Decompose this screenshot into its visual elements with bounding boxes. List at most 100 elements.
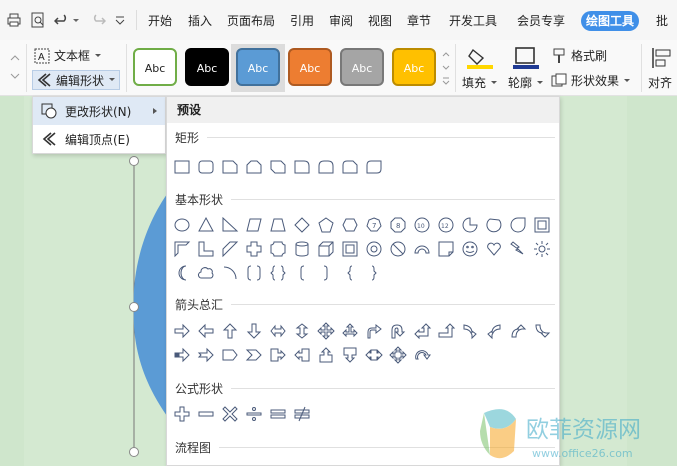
menu-view[interactable]: 视图 xyxy=(368,12,392,29)
shape-aLUp-icon[interactable] xyxy=(412,321,432,341)
shape-aBent-icon[interactable] xyxy=(364,321,384,341)
shape-fMul-icon[interactable] xyxy=(220,404,240,424)
shape-dec-icon[interactable]: 10 xyxy=(412,215,432,235)
shape-aCallLR-icon[interactable] xyxy=(364,345,384,365)
edit-points-menu-item[interactable]: 编辑顶点(E) xyxy=(33,125,165,153)
shape-aUD-icon[interactable] xyxy=(292,321,312,341)
shape-snip2-icon[interactable] xyxy=(244,157,264,177)
customize-quick-access-icon[interactable] xyxy=(114,12,126,28)
undo-dropdown-icon[interactable] xyxy=(72,12,80,28)
shape-aBentUp-icon[interactable] xyxy=(436,321,456,341)
shape-ellipse-icon[interactable] xyxy=(172,215,192,235)
menu-comment-cut[interactable]: 批 xyxy=(656,12,668,29)
shape-tear-icon[interactable] xyxy=(508,215,528,235)
menu-developer[interactable]: 开发工具 xyxy=(449,12,497,29)
shape-tri-icon[interactable] xyxy=(196,215,216,235)
shape-dodec-icon[interactable]: 12 xyxy=(436,215,456,235)
shape-dbracket-icon[interactable] xyxy=(244,263,264,283)
shape-round2-icon[interactable] xyxy=(316,157,336,177)
shape-arcline-icon[interactable] xyxy=(220,263,240,283)
shape-fDiv-icon[interactable] xyxy=(244,404,264,424)
shape-plaque-icon[interactable] xyxy=(268,239,288,259)
change-shape-menu-item[interactable]: 更改形状(N) xyxy=(33,97,165,125)
shape-aCallQ-icon[interactable] xyxy=(388,345,408,365)
shape-fold-icon[interactable] xyxy=(436,239,456,259)
shape-aChev-icon[interactable] xyxy=(244,345,264,365)
shape-aCallU-icon[interactable] xyxy=(316,345,336,365)
shape-style-orange[interactable]: Abc xyxy=(288,48,332,86)
undo-icon[interactable] xyxy=(54,12,70,28)
shape-style-gold[interactable]: Abc xyxy=(392,48,436,86)
shape-style-black[interactable]: Abc xyxy=(185,48,229,86)
shape-rrect-icon[interactable] xyxy=(196,157,216,177)
shape-smile-icon[interactable] xyxy=(460,239,480,259)
menu-insert[interactable]: 插入 xyxy=(188,12,212,29)
outline-button[interactable]: 轮廓 xyxy=(507,44,545,92)
print-preview-icon[interactable] xyxy=(30,12,46,28)
shape-dbrace-icon[interactable] xyxy=(268,263,288,283)
shape-style-white[interactable]: Abc xyxy=(133,48,177,86)
shape-arc-icon[interactable] xyxy=(412,239,432,259)
redo-icon[interactable] xyxy=(90,12,106,28)
shape-aCallL-icon[interactable] xyxy=(292,345,312,365)
shape-fNeq-icon[interactable] xyxy=(292,404,312,424)
shape-aCurvL-icon[interactable] xyxy=(484,321,504,341)
shape-cube-icon[interactable] xyxy=(316,239,336,259)
shape-moon-icon[interactable] xyxy=(172,263,192,283)
shape-pent-icon[interactable] xyxy=(316,215,336,235)
shape-sun-icon[interactable] xyxy=(532,239,552,259)
shape-plus-icon[interactable] xyxy=(244,239,264,259)
shape-lshape-icon[interactable] xyxy=(196,239,216,259)
shape-style-blue[interactable]: Abc xyxy=(236,48,280,86)
shape-trap-icon[interactable] xyxy=(268,215,288,235)
ribbon-scroll-arrows[interactable] xyxy=(8,46,22,90)
shape-aCirc-icon[interactable] xyxy=(412,345,432,365)
shape-fEq-icon[interactable] xyxy=(268,404,288,424)
menu-member[interactable]: 会员专享 xyxy=(517,12,565,29)
shape-fMinus-icon[interactable] xyxy=(196,404,216,424)
shape-bolt-icon[interactable] xyxy=(508,239,528,259)
shape-aNotch-icon[interactable] xyxy=(196,345,216,365)
shape-snipd-icon[interactable] xyxy=(268,157,288,177)
shape-rtri-icon[interactable] xyxy=(220,215,240,235)
shape-rounddiag-icon[interactable] xyxy=(364,157,384,177)
tab-drawing-tools[interactable]: 绘图工具 xyxy=(581,11,639,31)
menu-references[interactable]: 引用 xyxy=(290,12,314,29)
align-button[interactable]: 对齐 xyxy=(648,44,677,92)
shape-halfframe-icon[interactable] xyxy=(172,239,192,259)
shape-hex-icon[interactable] xyxy=(340,215,360,235)
shape-aLRU-icon[interactable] xyxy=(340,321,360,341)
shape-aCurvD-icon[interactable] xyxy=(532,321,552,341)
shape-roundsnip-icon[interactable] xyxy=(340,157,360,177)
shape-donut-icon[interactable] xyxy=(364,239,384,259)
menu-section[interactable]: 章节 xyxy=(407,12,431,29)
format-painter-button[interactable]: 格式刷 xyxy=(551,47,607,64)
shape-hept-icon[interactable]: 7 xyxy=(364,215,384,235)
shape-chord-icon[interactable] xyxy=(484,215,504,235)
shape-diagstripe-icon[interactable] xyxy=(220,239,240,259)
shape-can-icon[interactable] xyxy=(292,239,312,259)
shape-aUturn-icon[interactable] xyxy=(388,321,408,341)
shape-round1-icon[interactable] xyxy=(292,157,312,177)
shape-pie-icon[interactable] xyxy=(460,215,480,235)
textbox-button[interactable]: A 文本框 xyxy=(34,47,102,64)
shape-aR-icon[interactable] xyxy=(172,321,192,341)
shape-aCurvU-icon[interactable] xyxy=(508,321,528,341)
shape-aCallD-icon[interactable] xyxy=(340,345,360,365)
resize-handle-top[interactable] xyxy=(129,156,139,166)
menu-start[interactable]: 开始 xyxy=(148,12,172,29)
shape-bevel-icon[interactable] xyxy=(340,239,360,259)
shape-rbrace-icon[interactable] xyxy=(364,263,384,283)
shape-cloud-icon[interactable] xyxy=(196,263,216,283)
shape-effect-button[interactable]: 形状效果 xyxy=(551,72,631,89)
shape-rbracket-icon[interactable] xyxy=(316,263,336,283)
shape-para-icon[interactable] xyxy=(244,215,264,235)
shape-aU-icon[interactable] xyxy=(220,321,240,341)
shape-lbrace-icon[interactable] xyxy=(340,263,360,283)
shape-heart-icon[interactable] xyxy=(484,239,504,259)
shape-lbracket-icon[interactable] xyxy=(292,263,312,283)
print-icon[interactable] xyxy=(6,12,22,28)
style-gallery-scroll[interactable] xyxy=(440,46,452,90)
shape-fPlus-icon[interactable] xyxy=(172,404,192,424)
shape-aD-icon[interactable] xyxy=(244,321,264,341)
